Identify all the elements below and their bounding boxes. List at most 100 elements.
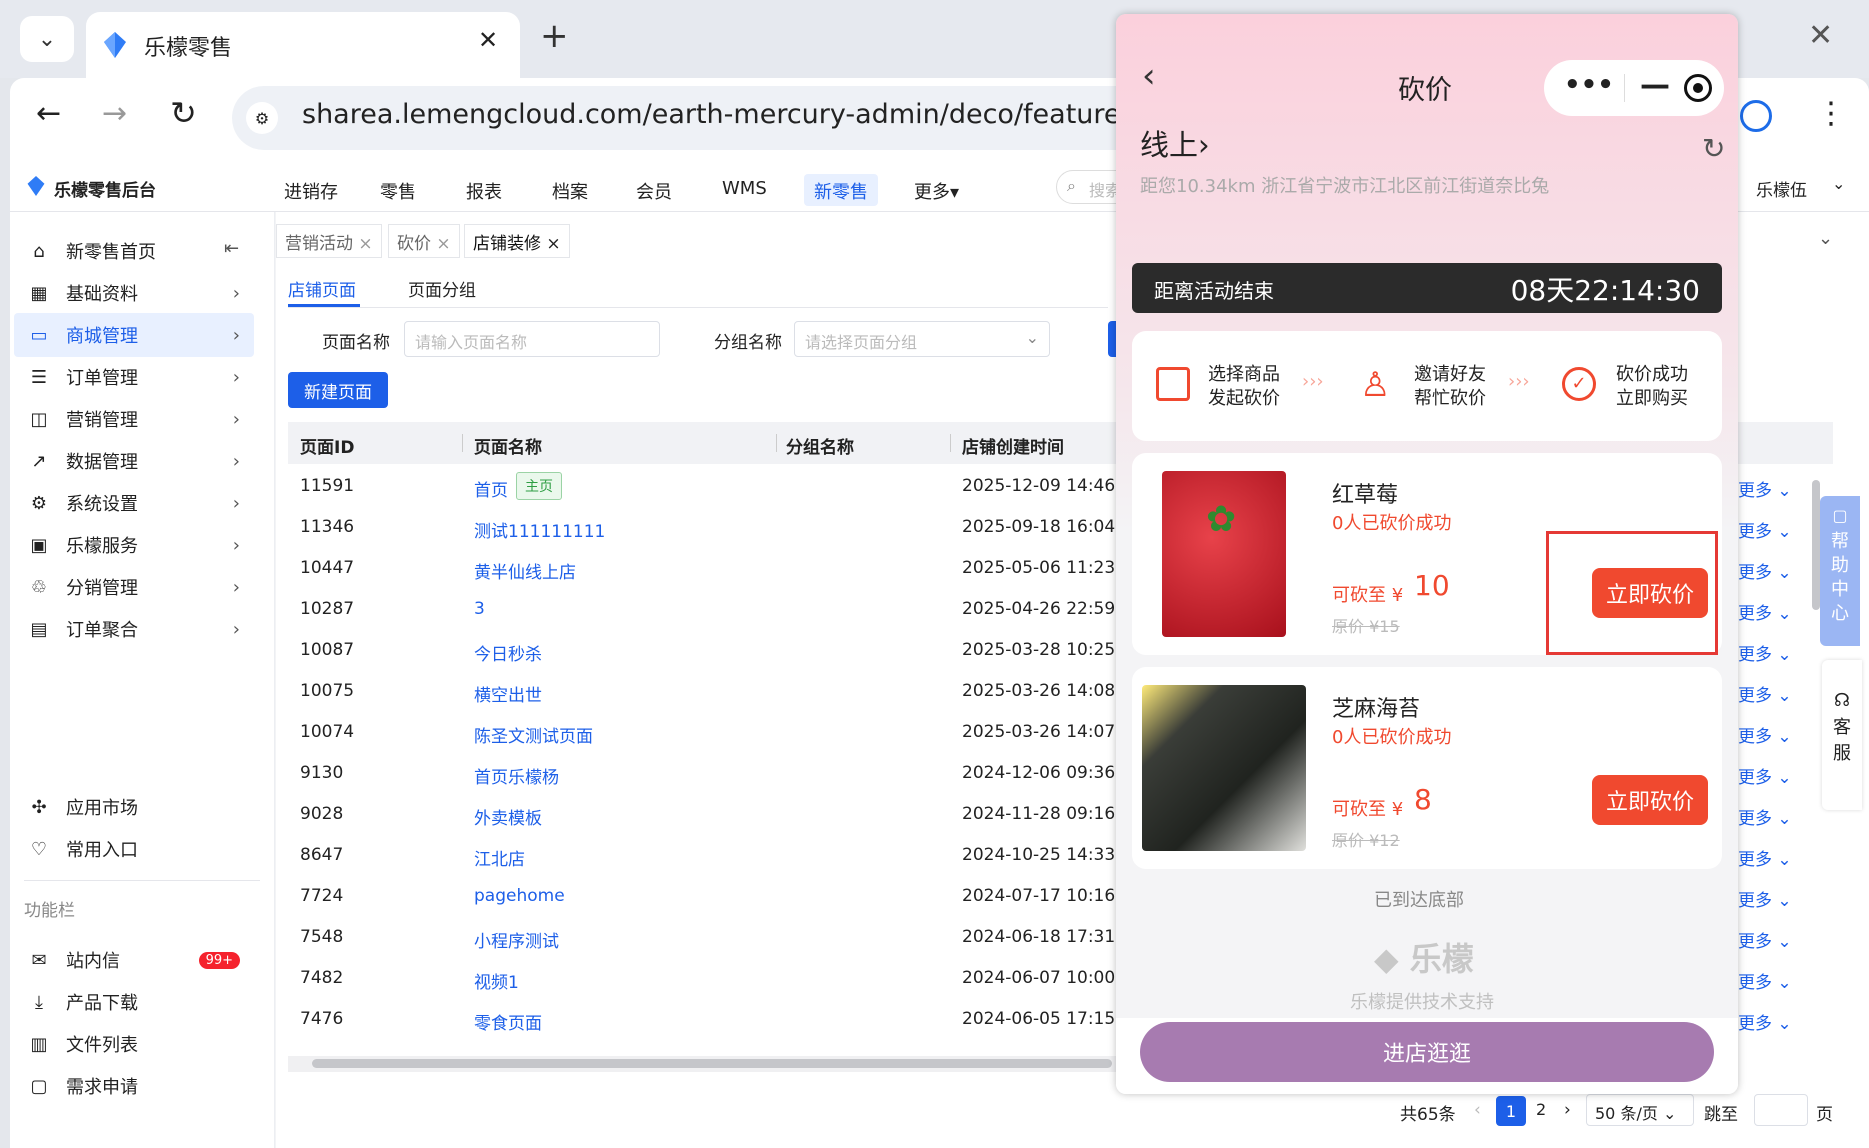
sidebar-item-gear[interactable]: ⚙ 系统设置 › bbox=[14, 481, 254, 525]
sidebar-item-mail[interactable]: ✉ 站内信 99+ bbox=[14, 938, 254, 982]
row-page-name[interactable]: 小程序测试 bbox=[474, 927, 559, 952]
page-name-input[interactable]: 请输入页面名称 bbox=[404, 321, 660, 357]
close-icon[interactable]: × bbox=[546, 234, 560, 254]
page-tab-store-deco[interactable]: 店铺装修 × bbox=[464, 224, 570, 258]
row-more-link[interactable]: 更多 ⌄ bbox=[1738, 599, 1792, 624]
close-capsule-icon[interactable] bbox=[1684, 74, 1712, 102]
tab-close-icon[interactable]: ✕ bbox=[478, 26, 498, 54]
row-page-name[interactable]: 横空出世 bbox=[474, 681, 542, 706]
nav-member[interactable]: 会员 bbox=[626, 174, 682, 206]
row-more-link[interactable]: 更多 ⌄ bbox=[1738, 476, 1792, 501]
page-tab-bargain[interactable]: 砍价 × bbox=[388, 224, 460, 258]
scrollbar-thumb[interactable] bbox=[312, 1059, 1112, 1068]
nav-retail[interactable]: 零售 bbox=[370, 174, 426, 206]
row-page-name[interactable]: 首页乐檬杨 bbox=[474, 763, 559, 788]
sidebar-item-service[interactable]: ▣ 乐檬服务 › bbox=[14, 523, 254, 567]
customer-service-tab[interactable]: ☊ 客服 bbox=[1822, 660, 1862, 810]
row-page-name[interactable]: pagehome bbox=[474, 886, 565, 906]
page-2[interactable]: 2 bbox=[1536, 1100, 1546, 1119]
sidebar-item-order[interactable]: ☰ 订单管理 › bbox=[14, 355, 254, 399]
jump-page-input[interactable] bbox=[1754, 1094, 1808, 1126]
sidebar-item-store[interactable]: ▭ 商城管理 › bbox=[14, 313, 254, 357]
browser-tab[interactable]: 乐檬零售 ✕ bbox=[86, 12, 520, 78]
row-more-link[interactable]: 更多 ⌄ bbox=[1738, 886, 1792, 911]
new-page-button[interactable]: 新建页面 bbox=[288, 372, 388, 408]
bargain-button[interactable]: 立即砍价 bbox=[1592, 775, 1708, 825]
row-more-link[interactable]: 更多 ⌄ bbox=[1738, 640, 1792, 665]
sidebar-item-grid[interactable]: ▦ 基础资料 › bbox=[14, 271, 254, 315]
row-page-name[interactable]: 零食页面 bbox=[474, 1009, 542, 1034]
nav-new-retail[interactable]: 新零售 bbox=[804, 174, 878, 206]
row-page-name[interactable]: 3 bbox=[474, 599, 485, 619]
row-more-link[interactable]: 更多 ⌄ bbox=[1738, 558, 1792, 583]
close-icon[interactable]: × bbox=[358, 234, 372, 254]
page-tab-marketing[interactable]: 营销活动 × bbox=[276, 224, 382, 258]
nav-wms[interactable]: WMS bbox=[712, 174, 777, 206]
row-page-name[interactable]: 今日秒杀 bbox=[474, 640, 542, 665]
sidebar-item-aggregate[interactable]: ▤ 订单聚合 › bbox=[14, 607, 254, 651]
page-1[interactable]: 1 bbox=[1496, 1096, 1526, 1126]
sidebar-item-request[interactable]: ▢ 需求申请 bbox=[14, 1064, 254, 1108]
sidebar-item-file-list[interactable]: ▥ 文件列表 bbox=[14, 1022, 254, 1066]
forward-icon[interactable]: → bbox=[102, 96, 127, 131]
sidebar-item-app-market[interactable]: ✣ 应用市场 bbox=[14, 785, 254, 829]
row-more-link[interactable]: 更多 ⌄ bbox=[1738, 517, 1792, 542]
close-icon[interactable]: × bbox=[436, 234, 450, 254]
tabs-dropdown-icon[interactable]: ⌄ bbox=[1818, 228, 1833, 249]
nav-archive[interactable]: 档案 bbox=[542, 174, 598, 206]
user-chevron-icon[interactable]: ⌄ bbox=[1832, 174, 1845, 193]
window-close-icon[interactable]: ✕ bbox=[1808, 18, 1833, 53]
browser-menu-icon[interactable]: ⋮ bbox=[1816, 96, 1846, 131]
sidebar-item-heart[interactable]: ♡ 常用入口 bbox=[14, 827, 254, 871]
scrollbar-thumb[interactable] bbox=[1812, 480, 1820, 610]
row-page-name[interactable]: 江北店 bbox=[474, 845, 525, 870]
new-tab-icon[interactable]: + bbox=[540, 16, 569, 56]
next-page-icon[interactable]: › bbox=[1564, 1100, 1571, 1120]
row-page-name[interactable]: 视频1 bbox=[474, 968, 519, 993]
nav-more[interactable]: 更多▾ bbox=[904, 174, 969, 206]
back-icon[interactable]: ← bbox=[36, 96, 61, 131]
bargain-button[interactable]: 立即砍价 bbox=[1592, 568, 1708, 618]
reload-icon[interactable]: ↻ bbox=[170, 94, 197, 132]
sub-tab-page-groups[interactable]: 页面分组 bbox=[408, 276, 476, 301]
nav-reports[interactable]: 报表 bbox=[456, 174, 512, 206]
row-page-name[interactable]: 首页 bbox=[474, 476, 508, 501]
row-page-name[interactable]: 黄半仙线上店 bbox=[474, 558, 576, 583]
row-more-link[interactable]: 更多 ⌄ bbox=[1738, 845, 1792, 870]
row-more-link[interactable]: 更多 ⌄ bbox=[1738, 681, 1792, 706]
page-size-select[interactable]: 50 条/页 ⌄ bbox=[1586, 1094, 1694, 1126]
help-center-tab[interactable]: ▢ 帮助中心 bbox=[1820, 496, 1860, 646]
minimize-icon[interactable]: — bbox=[1640, 68, 1670, 103]
row-page-name[interactable]: 外卖模板 bbox=[474, 804, 542, 829]
collapse-sidebar-icon[interactable]: ⇤ bbox=[224, 238, 239, 259]
group-select[interactable]: 请选择页面分组 ⌄ bbox=[794, 321, 1050, 357]
more-dots-icon[interactable]: ••• bbox=[1564, 70, 1614, 100]
url-text[interactable]: sharea.lemengcloud.com/earth-mercury-adm… bbox=[302, 99, 1121, 130]
site-info-icon[interactable]: ⚙ bbox=[246, 102, 278, 134]
nav-inventory[interactable]: 进销存 bbox=[274, 174, 348, 206]
sidebar-item-home[interactable]: ⌂ 新零售首页 bbox=[14, 229, 254, 273]
location-title[interactable]: 线上› bbox=[1140, 122, 1210, 164]
profile-icon[interactable] bbox=[1740, 100, 1772, 132]
vertical-scrollbar[interactable] bbox=[1812, 466, 1820, 1056]
enter-store-button[interactable]: 进店逛逛 bbox=[1140, 1022, 1714, 1082]
sidebar-item-download[interactable]: ⤓ 产品下载 bbox=[14, 980, 254, 1024]
row-more-link[interactable]: 更多 ⌄ bbox=[1738, 722, 1792, 747]
horizontal-scrollbar[interactable] bbox=[288, 1056, 1118, 1072]
row-more-link[interactable]: 更多 ⌄ bbox=[1738, 804, 1792, 829]
prev-page-icon[interactable]: ‹ bbox=[1474, 1100, 1481, 1120]
row-page-name[interactable]: 测试111111111 bbox=[474, 517, 605, 542]
tab-search-icon[interactable]: ⌄ bbox=[20, 16, 74, 62]
sidebar-item-chart[interactable]: ↗ 数据管理 › bbox=[14, 439, 254, 483]
back-arrow-icon[interactable]: ‹ bbox=[1142, 56, 1156, 96]
refresh-icon[interactable]: ↻ bbox=[1702, 132, 1725, 165]
row-more-link[interactable]: 更多 ⌄ bbox=[1738, 763, 1792, 788]
sidebar-item-distribution[interactable]: ♲ 分销管理 › bbox=[14, 565, 254, 609]
sidebar-item-marketing[interactable]: ◫ 营销管理 › bbox=[14, 397, 254, 441]
user-name[interactable]: 乐檬伍 bbox=[1756, 176, 1807, 201]
row-page-name[interactable]: 陈圣文测试页面 bbox=[474, 722, 593, 747]
row-more-link[interactable]: 更多 ⌄ bbox=[1738, 927, 1792, 952]
row-more-link[interactable]: 更多 ⌄ bbox=[1738, 1009, 1792, 1034]
sub-tab-store-pages[interactable]: 店铺页面 bbox=[288, 276, 356, 301]
row-more-link[interactable]: 更多 ⌄ bbox=[1738, 968, 1792, 993]
